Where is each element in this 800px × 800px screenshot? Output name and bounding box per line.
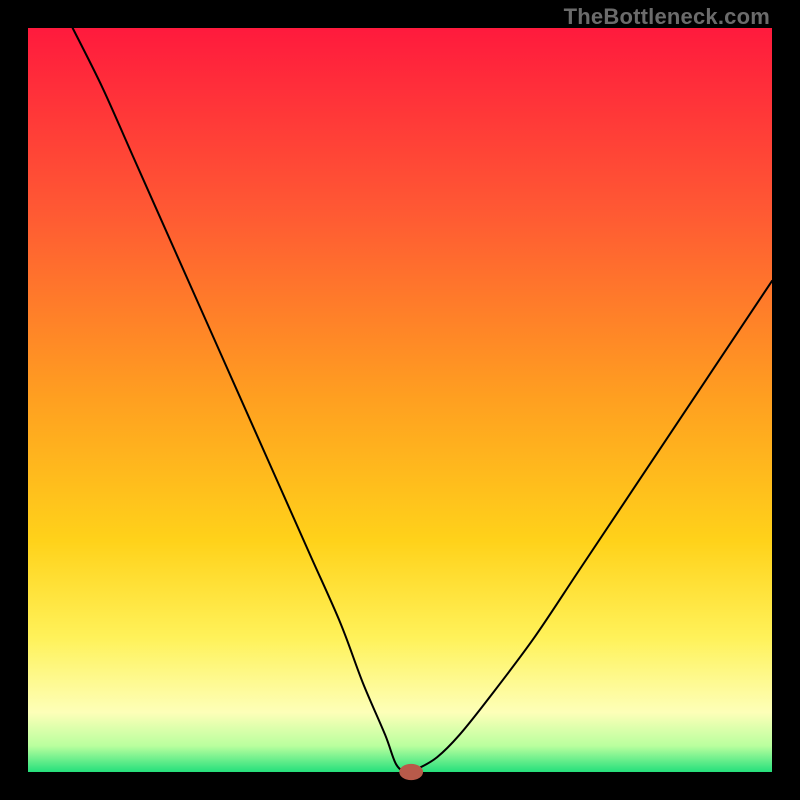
bottleneck-curve [73,28,772,772]
watermark-text: TheBottleneck.com [564,4,770,30]
chart-frame: TheBottleneck.com [0,0,800,800]
plot-area [28,28,772,772]
minimum-marker [399,764,423,780]
curve-svg [28,28,772,772]
